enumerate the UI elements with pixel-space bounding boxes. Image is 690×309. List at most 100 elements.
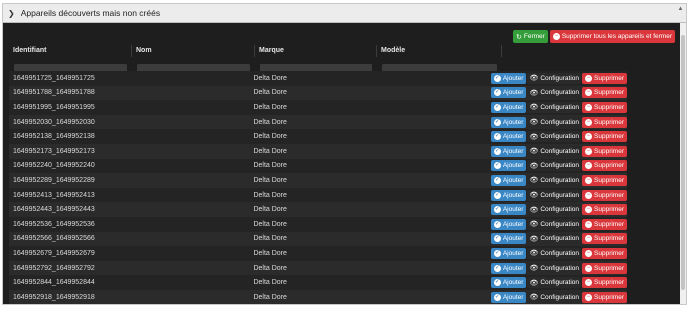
configuration-button[interactable]: 👁 Configuration: [527, 101, 582, 113]
delete-button[interactable]: − Supprimer: [582, 218, 627, 230]
configuration-button[interactable]: 👁 Configuration: [527, 131, 582, 143]
delete-button-label: Supprimer: [594, 74, 624, 82]
cell-identifiant: 1649952240_1649952240: [13, 162, 95, 170]
add-button[interactable]: ✓ Ajouter: [490, 174, 527, 186]
eye-icon: 👁: [529, 221, 539, 229]
scroll-up-icon[interactable]: ▲: [677, 6, 684, 13]
delete-button[interactable]: − Supprimer: [582, 189, 627, 201]
cell-marque: Delta Dore: [253, 118, 287, 126]
check-circle-icon: ✓: [493, 249, 501, 257]
delete-button[interactable]: − Supprimer: [582, 72, 627, 84]
table-row: 1649952792_1649952792 Delta Dore ✓ Ajout…: [9, 260, 627, 276]
add-button[interactable]: ✓ Ajouter: [490, 116, 527, 128]
delete-button[interactable]: − Supprimer: [582, 116, 627, 128]
configuration-button[interactable]: 👁 Configuration: [527, 291, 582, 303]
row-actions: ✓ Ajouter 👁 Configuration − Supprimer: [490, 87, 627, 99]
delete-all-button-label: Supprimer tous les appareils et fermer: [561, 33, 672, 40]
configuration-button[interactable]: 👁 Configuration: [527, 145, 582, 157]
delete-button[interactable]: − Supprimer: [582, 131, 627, 143]
column-header-nom[interactable]: Nom: [132, 45, 255, 57]
add-button[interactable]: ✓ Ajouter: [490, 160, 527, 172]
delete-button[interactable]: − Supprimer: [582, 233, 627, 245]
configuration-button[interactable]: 👁 Configuration: [527, 174, 582, 186]
check-circle-icon: ✓: [493, 162, 501, 170]
delete-button[interactable]: − Supprimer: [582, 262, 627, 274]
row-actions: ✓ Ajouter 👁 Configuration − Supprimer: [490, 145, 627, 157]
minus-circle-icon: −: [585, 264, 593, 272]
delete-button[interactable]: − Supprimer: [582, 247, 627, 259]
check-circle-icon: ✓: [493, 133, 501, 141]
add-button[interactable]: ✓ Ajouter: [490, 101, 527, 113]
configuration-button[interactable]: 👁 Configuration: [527, 116, 582, 128]
add-button[interactable]: ✓ Ajouter: [490, 277, 527, 289]
add-button[interactable]: ✓ Ajouter: [490, 72, 527, 84]
column-header-modele[interactable]: Modèle: [377, 45, 502, 57]
delete-button[interactable]: − Supprimer: [582, 291, 627, 303]
add-button[interactable]: ✓ Ajouter: [490, 189, 527, 201]
row-actions: ✓ Ajouter 👁 Configuration − Supprimer: [490, 101, 627, 113]
delete-button[interactable]: − Supprimer: [582, 87, 627, 99]
add-button[interactable]: ✓ Ajouter: [490, 87, 527, 99]
add-button[interactable]: ✓ Ajouter: [490, 204, 527, 216]
delete-button-label: Supprimer: [594, 103, 624, 111]
add-button-label: Ajouter: [502, 74, 524, 82]
configuration-button[interactable]: 👁 Configuration: [527, 189, 582, 201]
row-actions: ✓ Ajouter 👁 Configuration − Supprimer: [490, 160, 627, 172]
column-header-marque[interactable]: Marque: [255, 45, 377, 57]
minus-circle-icon: −: [585, 220, 593, 228]
delete-button-label: Supprimer: [594, 133, 624, 141]
scrollbar-thumb[interactable]: [681, 35, 685, 290]
add-button-label: Ajouter: [502, 162, 524, 170]
dialog-titlebar[interactable]: ❯ Appareils découverts mais non créés ▲: [3, 4, 686, 23]
row-actions: ✓ Ajouter 👁 Configuration − Supprimer: [490, 72, 627, 84]
add-button-label: Ajouter: [502, 191, 524, 199]
add-button-label: Ajouter: [502, 220, 524, 228]
cell-identifiant: 1649952173_1649952173: [13, 147, 95, 155]
add-button[interactable]: ✓ Ajouter: [490, 218, 527, 230]
minus-circle-icon: −: [585, 249, 593, 257]
configuration-button[interactable]: 👁 Configuration: [527, 262, 582, 274]
add-button-label: Ajouter: [502, 206, 524, 214]
row-actions: ✓ Ajouter 👁 Configuration − Supprimer: [490, 233, 627, 245]
configuration-button[interactable]: 👁 Configuration: [527, 72, 582, 84]
delete-button[interactable]: − Supprimer: [582, 204, 627, 216]
table-row: 1649951788_1649951788 Delta Dore ✓ Ajout…: [9, 85, 627, 101]
add-button[interactable]: ✓ Ajouter: [490, 247, 527, 259]
vertical-scrollbar[interactable]: [680, 23, 686, 304]
table-row: 1649952536_1649952536 Delta Dore ✓ Ajout…: [9, 216, 627, 232]
add-button[interactable]: ✓ Ajouter: [490, 233, 527, 245]
add-button[interactable]: ✓ Ajouter: [490, 131, 527, 143]
delete-button[interactable]: − Supprimer: [582, 101, 627, 113]
add-button-label: Ajouter: [502, 147, 524, 155]
delete-all-button[interactable]: − Supprimer tous les appareils et fermer: [549, 30, 675, 43]
delete-button-label: Supprimer: [594, 176, 624, 184]
delete-button-label: Supprimer: [594, 89, 624, 97]
eye-icon: 👁: [529, 148, 539, 156]
minus-circle-icon: −: [585, 191, 593, 199]
close-button-label: Fermer: [523, 33, 545, 40]
configuration-button[interactable]: 👁 Configuration: [527, 204, 582, 216]
eye-icon: 👁: [529, 206, 539, 214]
cell-identifiant: 1649952566_1649952566: [13, 235, 95, 243]
eye-icon: 👁: [529, 294, 539, 302]
configuration-button[interactable]: 👁 Configuration: [527, 218, 582, 230]
delete-button[interactable]: − Supprimer: [582, 277, 627, 289]
configuration-button[interactable]: 👁 Configuration: [527, 160, 582, 172]
delete-button[interactable]: − Supprimer: [582, 174, 627, 186]
add-button[interactable]: ✓ Ajouter: [490, 145, 527, 157]
configuration-button[interactable]: 👁 Configuration: [527, 277, 582, 289]
configuration-button[interactable]: 👁 Configuration: [527, 247, 582, 259]
eye-icon: 👁: [529, 162, 539, 170]
delete-button[interactable]: − Supprimer: [582, 160, 627, 172]
table-row: 1649952138_1649952138 Delta Dore ✓ Ajout…: [9, 129, 627, 144]
configuration-button[interactable]: 👁 Configuration: [527, 233, 582, 245]
delete-button[interactable]: − Supprimer: [582, 145, 627, 157]
configuration-button[interactable]: 👁 Configuration: [527, 87, 582, 99]
cell-identifiant: 1649952844_1649952844: [13, 279, 95, 287]
check-circle-icon: ✓: [493, 279, 501, 287]
add-button[interactable]: ✓ Ajouter: [490, 262, 527, 274]
column-header-identifiant[interactable]: Identifiant: [9, 45, 132, 57]
close-button[interactable]: ↻ Fermer: [512, 30, 548, 43]
configuration-button-label: Configuration: [540, 103, 580, 111]
add-button[interactable]: ✓ Ajouter: [490, 291, 527, 303]
